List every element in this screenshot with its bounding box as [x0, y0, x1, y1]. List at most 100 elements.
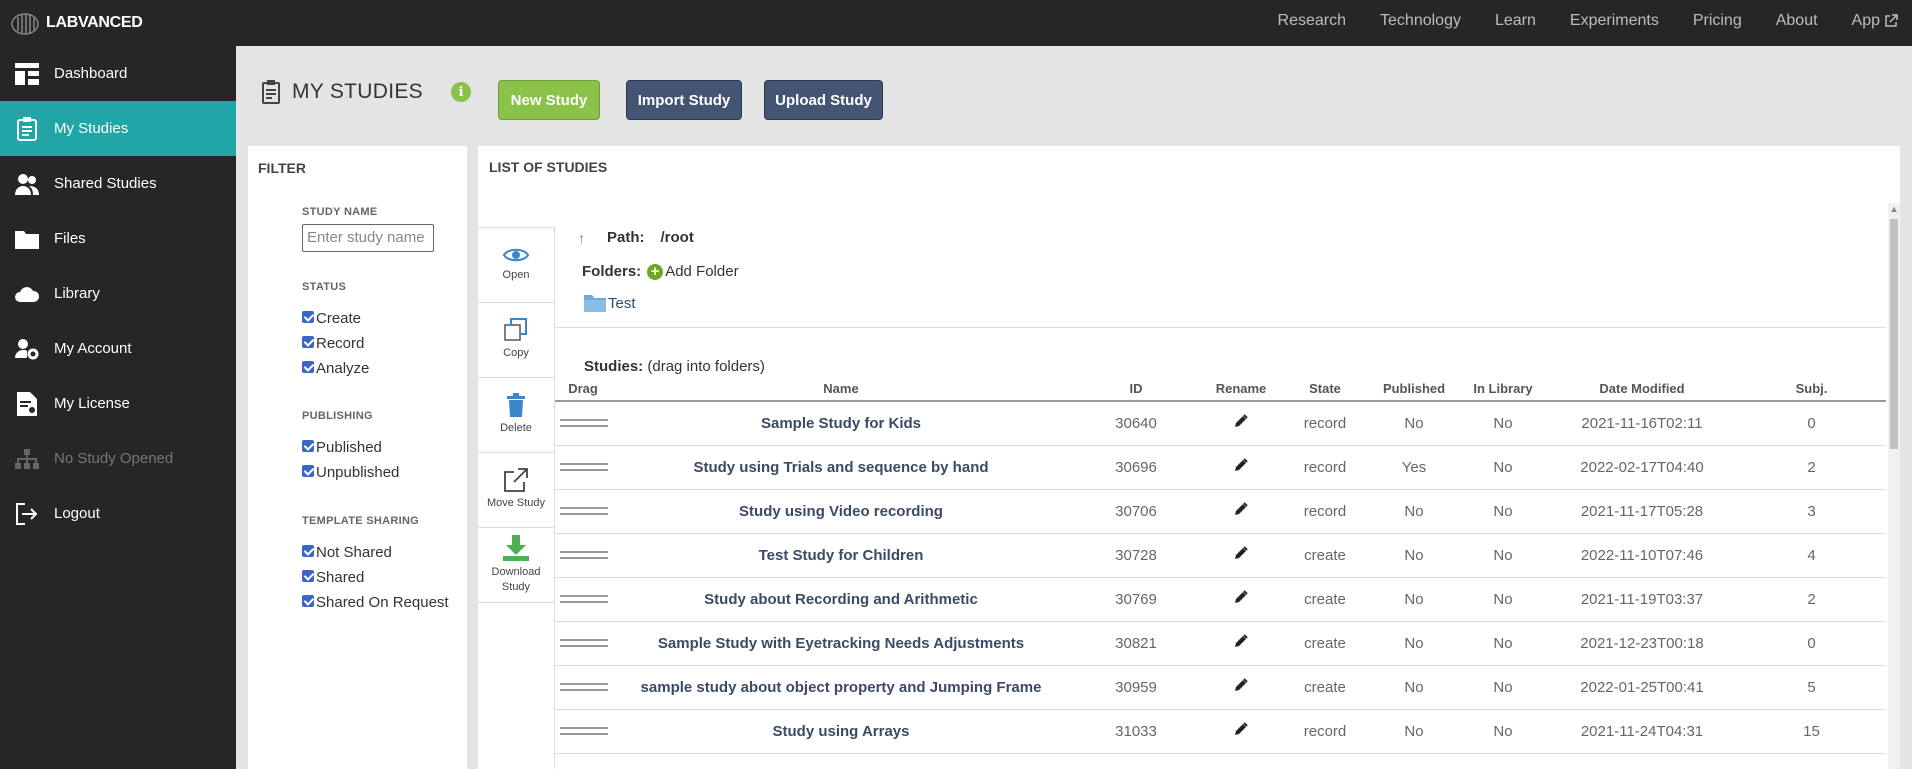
col-id[interactable]: ID: [1071, 376, 1201, 402]
published-checkbox[interactable]: Published: [302, 439, 382, 456]
study-name-cell[interactable]: Study using Trials and sequence by hand: [611, 445, 1071, 490]
table-row[interactable]: Sample Study for Kids 30640 record No No 2021…: [555, 401, 1886, 446]
checkbox-checked[interactable]: [302, 360, 314, 373]
folder-item[interactable]: Test: [584, 294, 636, 312]
study-name-input[interactable]: Enter study name: [302, 224, 434, 252]
table-row[interactable]: Test Study for Children 30728 create No No 20…: [555, 533, 1886, 578]
import-study-button[interactable]: Import Study: [626, 80, 742, 120]
col-subjects[interactable]: Subj.: [1737, 376, 1886, 402]
nav-pricing[interactable]: Pricing: [1693, 12, 1742, 30]
nav-learn[interactable]: Learn: [1495, 12, 1536, 30]
col-state[interactable]: State: [1281, 376, 1369, 402]
open-tool-button[interactable]: Open: [478, 228, 554, 303]
info-icon[interactable]: i: [450, 82, 471, 102]
col-name[interactable]: Name: [611, 376, 1071, 402]
study-name-cell[interactable]: Sample Study with Eyetracking Needs Adju…: [611, 621, 1071, 666]
rename-cell[interactable]: [1201, 665, 1281, 710]
drag-handle-icon[interactable]: [560, 683, 608, 691]
table-row[interactable]: Study about Recording and Arithmetic 3076…: [555, 577, 1886, 622]
shared-checkbox[interactable]: Shared: [302, 569, 364, 586]
rename-cell[interactable]: [1201, 621, 1281, 666]
table-row[interactable]: Study using Arrays 31033 record No No 2021-11…: [555, 709, 1886, 754]
sidebar-item-dashboard[interactable]: Dashboard: [0, 46, 236, 101]
rename-cell[interactable]: [1201, 709, 1281, 754]
copy-tool-button[interactable]: Copy: [478, 303, 554, 378]
checkbox-checked[interactable]: [302, 594, 314, 607]
status-analyze-checkbox[interactable]: Analyze: [302, 360, 369, 377]
table-row[interactable]: Sample Study with Eyetracking Needs Adju…: [555, 621, 1886, 666]
col-in-library[interactable]: In Library: [1459, 376, 1547, 402]
scroll-up-arrow-icon[interactable]: [1891, 207, 1897, 212]
shared-on-request-checkbox[interactable]: Shared On Request: [302, 594, 449, 611]
rename-cell[interactable]: [1201, 489, 1281, 534]
rename-cell[interactable]: [1201, 533, 1281, 578]
sidebar-item-my-studies[interactable]: My Studies: [0, 101, 236, 156]
scrollbar[interactable]: [1888, 203, 1900, 769]
status-record-checkbox[interactable]: Record: [302, 335, 364, 352]
checkbox-checked[interactable]: [302, 569, 314, 582]
drag-cell[interactable]: [555, 445, 611, 490]
sidebar-item-my-license[interactable]: My License: [0, 376, 236, 431]
table-row[interactable]: Study using Trials and sequence by hand 3…: [555, 445, 1886, 490]
rename-cell[interactable]: [1201, 577, 1281, 622]
study-name-cell[interactable]: Study using Arrays: [611, 709, 1071, 754]
study-name-cell[interactable]: Study about Recording and Arithmetic: [611, 577, 1071, 622]
filter-title: FILTER: [258, 160, 306, 176]
col-date-modified[interactable]: Date Modified: [1547, 376, 1737, 402]
nav-technology[interactable]: Technology: [1380, 12, 1461, 30]
checkbox-checked[interactable]: [302, 310, 314, 323]
col-published[interactable]: Published: [1369, 376, 1459, 402]
study-name-cell[interactable]: Study using Video recording: [611, 489, 1071, 534]
drag-cell[interactable]: [555, 401, 611, 446]
sidebar-item-files[interactable]: Files: [0, 211, 236, 266]
delete-tool-button[interactable]: Delete: [478, 378, 554, 453]
unpublished-checkbox[interactable]: Unpublished: [302, 464, 399, 481]
not-shared-checkbox[interactable]: Not Shared: [302, 544, 392, 561]
checkbox-checked[interactable]: [302, 544, 314, 557]
drag-handle-icon[interactable]: [560, 419, 608, 428]
drag-cell[interactable]: [555, 533, 611, 578]
nav-app[interactable]: App: [1852, 12, 1898, 30]
nav-experiments[interactable]: Experiments: [1570, 12, 1659, 30]
drag-cell[interactable]: [555, 665, 611, 710]
table-row[interactable]: Study using Video recording 30706 record No…: [555, 489, 1886, 534]
sidebar-item-library[interactable]: Library: [0, 266, 236, 321]
upload-study-button[interactable]: Upload Study: [764, 80, 883, 120]
sidebar-item-logout[interactable]: Logout: [0, 486, 236, 541]
drag-handle-icon[interactable]: [560, 727, 608, 735]
checkbox-checked[interactable]: [302, 439, 314, 452]
add-folder-plus-icon[interactable]: +: [647, 263, 664, 280]
drag-handle-icon[interactable]: [560, 639, 608, 647]
drag-handle-icon[interactable]: [560, 507, 608, 515]
drag-cell[interactable]: [555, 709, 611, 754]
drag-handle-icon[interactable]: [560, 463, 608, 471]
checkbox-checked[interactable]: [302, 464, 314, 477]
new-study-button[interactable]: New Study: [498, 80, 600, 120]
sidebar-item-shared-studies[interactable]: Shared Studies: [0, 156, 236, 211]
checkbox-checked[interactable]: [302, 335, 314, 348]
study-name-cell[interactable]: Test Study for Children: [611, 533, 1071, 578]
nav-about[interactable]: About: [1776, 12, 1818, 30]
published-cell: No: [1369, 621, 1459, 666]
move-study-tool-button[interactable]: Move Study: [478, 453, 554, 528]
trash-icon: [507, 393, 525, 418]
add-folder-link[interactable]: Add Folder: [665, 263, 738, 280]
in-library-cell: No: [1459, 665, 1547, 710]
drag-handle-icon[interactable]: [560, 595, 608, 603]
study-name-cell[interactable]: Sample Study for Kids: [611, 401, 1071, 446]
rename-cell[interactable]: [1201, 401, 1281, 446]
study-name-cell[interactable]: sample study about object property and J…: [611, 665, 1071, 710]
logo[interactable]: LABVANCED: [10, 11, 143, 35]
drag-handle-icon[interactable]: [560, 551, 608, 559]
drag-cell[interactable]: [555, 621, 611, 666]
sidebar-item-my-account[interactable]: My Account: [0, 321, 236, 376]
drag-cell[interactable]: [555, 577, 611, 622]
scrollbar-thumb[interactable]: [1890, 219, 1898, 449]
status-create-checkbox[interactable]: Create: [302, 310, 361, 327]
nav-research[interactable]: Research: [1278, 12, 1346, 30]
rename-cell[interactable]: [1201, 445, 1281, 490]
drag-cell[interactable]: [555, 489, 611, 534]
arrow-up-icon[interactable]: ↑: [578, 230, 585, 246]
table-row[interactable]: sample study about object property and J…: [555, 665, 1886, 710]
download-study-tool-button[interactable]: Download Study: [478, 528, 554, 603]
